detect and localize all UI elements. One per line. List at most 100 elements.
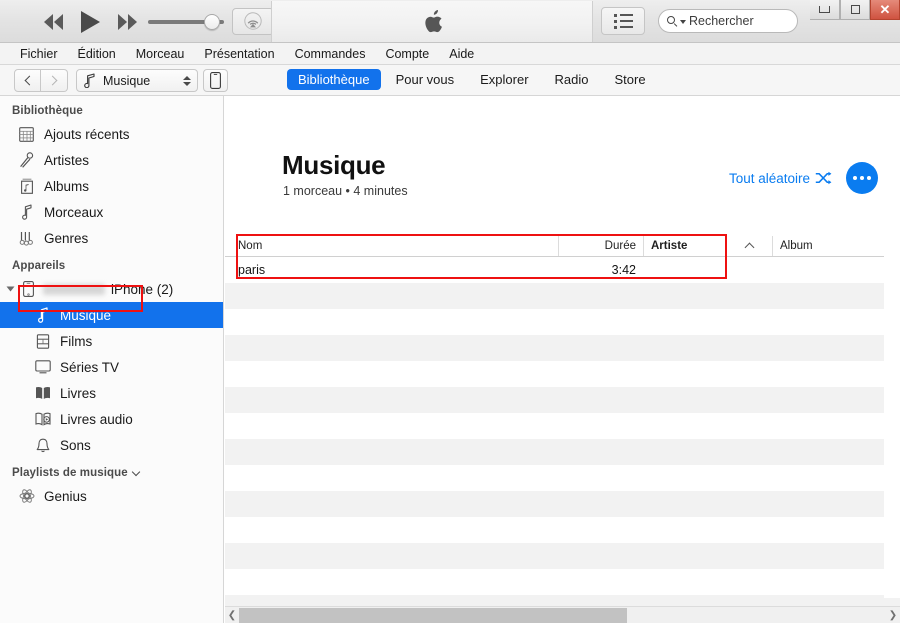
sidebar-section-playlists[interactable]: Playlists de musique bbox=[0, 458, 223, 483]
chevron-left-icon bbox=[24, 75, 34, 86]
maximize-button[interactable] bbox=[840, 0, 870, 20]
minimize-button[interactable] bbox=[810, 0, 840, 20]
search-input[interactable]: Rechercher bbox=[658, 9, 798, 33]
sidebar-item-musique[interactable]: Musique bbox=[0, 302, 223, 328]
chevron-updown-icon[interactable] bbox=[183, 75, 191, 86]
volume-knob[interactable] bbox=[204, 14, 220, 30]
page-subtitle: 1 morceau • 4 minutes bbox=[283, 184, 408, 198]
sidebar-item-livres[interactable]: Livres bbox=[0, 380, 223, 406]
menu-item-compte[interactable]: Compte bbox=[375, 45, 439, 63]
menu-item-aide[interactable]: Aide bbox=[439, 45, 484, 63]
sidebar-item-label: Musique bbox=[60, 307, 112, 323]
volume-slider[interactable] bbox=[148, 14, 224, 30]
chevron-down-icon[interactable] bbox=[131, 467, 141, 476]
sidebar-item-label: Genius bbox=[44, 488, 87, 504]
chevron-down-icon[interactable] bbox=[680, 20, 686, 24]
shuffle-all-button[interactable]: Tout aléatoire bbox=[729, 171, 832, 186]
disclosure-triangle-icon[interactable] bbox=[6, 286, 15, 292]
tab-bibliotheque[interactable]: Bibliothèque bbox=[287, 69, 381, 90]
nav-arrows bbox=[14, 69, 68, 92]
sidebar-item-artistes[interactable]: Artistes bbox=[0, 147, 223, 173]
sidebar-item-genius[interactable]: Genius bbox=[0, 483, 223, 509]
close-button[interactable]: ✕ bbox=[870, 0, 900, 20]
menu-item-edition[interactable]: Édition bbox=[68, 45, 126, 63]
scrollbar-track[interactable] bbox=[239, 606, 886, 623]
play-icon[interactable] bbox=[75, 11, 106, 33]
sidebar-item-label: Films bbox=[60, 333, 93, 349]
more-options-button[interactable] bbox=[846, 162, 878, 194]
itunes-window: Rechercher ✕ Fichier Édition Morceau Pré… bbox=[0, 0, 900, 623]
media-type-selector[interactable]: Musique bbox=[76, 69, 198, 92]
table-row[interactable]: paris 3:42 bbox=[225, 257, 884, 283]
sidebar-section-playlists-label: Playlists de musique bbox=[12, 467, 128, 479]
sidebar-item-ajouts-recents[interactable]: Ajouts récents bbox=[0, 121, 223, 147]
table-row-empty bbox=[225, 387, 884, 413]
menu-item-morceau[interactable]: Morceau bbox=[126, 45, 195, 63]
tv-icon bbox=[34, 359, 51, 376]
tab-store[interactable]: Store bbox=[604, 69, 657, 90]
sidebar-section-bibliotheque: Bibliothèque bbox=[12, 105, 83, 117]
shuffle-all-label: Tout aléatoire bbox=[728, 170, 810, 186]
rewind-icon[interactable] bbox=[44, 14, 63, 30]
iphone-icon bbox=[210, 72, 221, 89]
column-header-album[interactable]: Album bbox=[772, 236, 900, 256]
airplay-button[interactable] bbox=[232, 8, 274, 35]
chevron-right-icon bbox=[47, 75, 58, 86]
tab-pour-vous[interactable]: Pour vous bbox=[385, 69, 466, 90]
sidebar-item-label: Livres bbox=[60, 385, 97, 401]
shuffle-icon bbox=[815, 171, 832, 185]
more-options-icon bbox=[853, 176, 857, 180]
sidebar-item-albums[interactable]: Albums bbox=[0, 173, 223, 199]
menu-item-commandes[interactable]: Commandes bbox=[285, 45, 376, 63]
device-button[interactable] bbox=[203, 69, 228, 92]
cell-duree: 3:42 bbox=[611, 263, 636, 277]
sidebar-device-iphone[interactable]: iPhone (2) bbox=[0, 276, 223, 302]
apple-logo bbox=[425, 9, 442, 32]
film-icon bbox=[34, 333, 51, 350]
scroll-right-arrow[interactable]: ❯ bbox=[886, 607, 900, 623]
main-header: Musique 1 morceau • 4 minutes Tout aléat… bbox=[225, 96, 900, 236]
table-row-empty bbox=[225, 309, 884, 335]
scrollbar-thumb[interactable] bbox=[239, 607, 627, 623]
column-header-duree[interactable]: Durée bbox=[558, 236, 643, 256]
table-row-empty bbox=[225, 491, 884, 517]
back-button[interactable] bbox=[14, 69, 41, 92]
table-row-empty bbox=[225, 361, 884, 387]
main-content: Musique 1 morceau • 4 minutes Tout aléat… bbox=[225, 96, 900, 623]
album-icon bbox=[18, 178, 35, 195]
tab-radio[interactable]: Radio bbox=[544, 69, 600, 90]
horizontal-scrollbar[interactable]: ❮ ❯ bbox=[225, 606, 900, 623]
genres-icon bbox=[18, 230, 35, 247]
sidebar-item-label: Ajouts récents bbox=[44, 126, 130, 142]
search-icon bbox=[667, 16, 678, 28]
close-icon: ✕ bbox=[879, 1, 891, 17]
table-row-empty bbox=[225, 283, 884, 309]
sidebar-item-genres[interactable]: Genres bbox=[0, 225, 223, 251]
table-row-empty bbox=[225, 413, 884, 439]
menu-bar: Fichier Édition Morceau Présentation Com… bbox=[0, 43, 900, 65]
list-view-button[interactable] bbox=[601, 7, 645, 35]
transport-controls bbox=[44, 7, 137, 37]
microphone-icon bbox=[18, 152, 35, 169]
table-row-empty bbox=[225, 465, 884, 491]
sidebar-item-livres-audio[interactable]: Livres audio bbox=[0, 406, 223, 432]
fast-forward-icon[interactable] bbox=[118, 14, 137, 30]
forward-button[interactable] bbox=[41, 69, 68, 92]
header-actions: Tout aléatoire bbox=[729, 162, 878, 194]
tab-explorer[interactable]: Explorer bbox=[469, 69, 539, 90]
music-note-icon bbox=[34, 307, 51, 324]
menu-item-fichier[interactable]: Fichier bbox=[10, 45, 68, 63]
player-toolbar: Rechercher ✕ bbox=[0, 0, 900, 43]
sidebar-item-films[interactable]: Films bbox=[0, 328, 223, 354]
scroll-left-arrow[interactable]: ❮ bbox=[225, 607, 239, 623]
sidebar-item-series-tv[interactable]: Séries TV bbox=[0, 354, 223, 380]
sidebar: Bibliothèque Ajouts récents Artistes Alb… bbox=[0, 96, 224, 623]
caret-up-icon bbox=[744, 242, 755, 253]
sidebar-item-morceaux[interactable]: Morceaux bbox=[0, 199, 223, 225]
sidebar-section-appareils: Appareils bbox=[12, 260, 66, 272]
menu-item-presentation[interactable]: Présentation bbox=[194, 45, 284, 63]
table-header-row: Nom Durée Artiste Album bbox=[225, 236, 900, 257]
column-header-artiste[interactable]: Artiste bbox=[643, 236, 727, 256]
column-header-nom[interactable]: Nom bbox=[225, 236, 558, 256]
sidebar-item-sons[interactable]: Sons bbox=[0, 432, 223, 458]
